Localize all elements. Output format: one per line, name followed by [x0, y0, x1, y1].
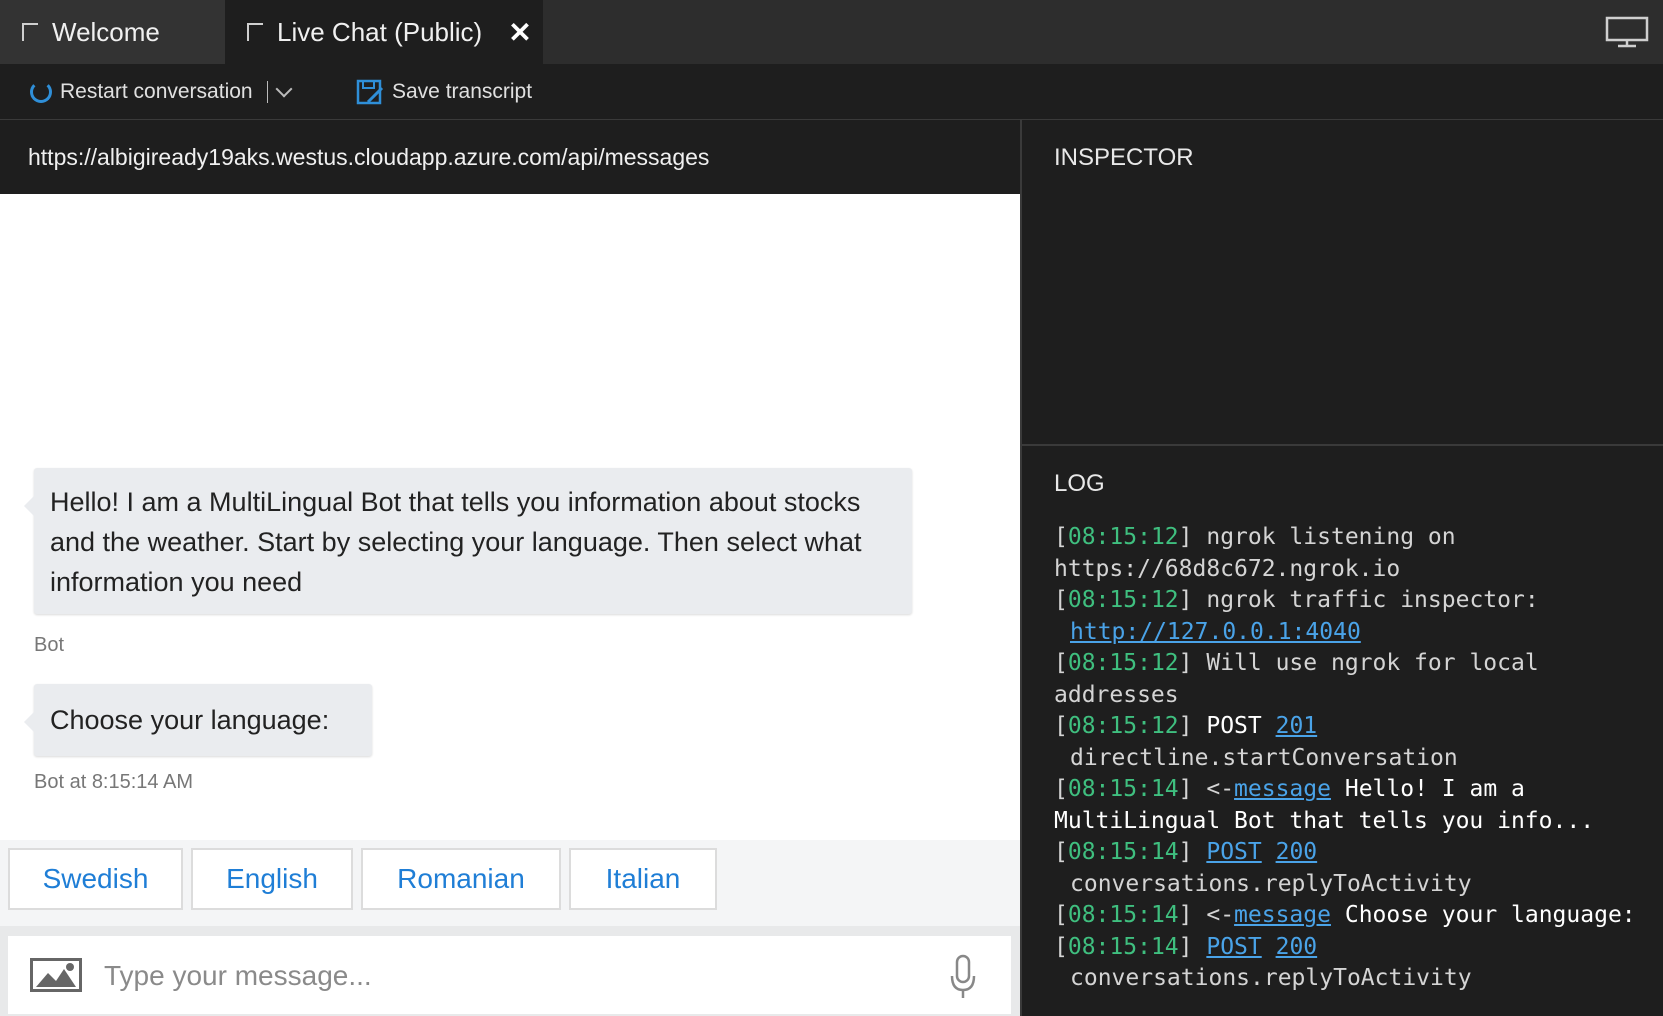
log-timestamp: 08:15:12	[1067, 713, 1179, 739]
log-timestamp: 08:15:14	[1067, 839, 1179, 865]
log-timestamp: 08:15:14	[1067, 902, 1179, 928]
log-entry-cont: addresses	[1054, 681, 1179, 708]
log-entry: [08:15:14] POST 200	[1054, 839, 1318, 865]
message-text: Hello! I am a MultiLingual Bot that tell…	[50, 487, 862, 597]
bot-message: Hello! I am a MultiLingual Bot that tell…	[24, 468, 912, 614]
image-upload-icon[interactable]	[30, 958, 82, 992]
log-entry: [08:15:14] POST 200	[1054, 933, 1318, 960]
log-message-link[interactable]: message	[1234, 902, 1331, 928]
log-entry-cont: conversations.replyToActivity	[1070, 870, 1472, 897]
log-text: Will use ngrok for local	[1206, 650, 1539, 676]
log-title: LOG	[1054, 470, 1105, 497]
message-input[interactable]	[102, 948, 926, 1004]
close-icon[interactable]: ✕	[508, 16, 531, 49]
log-text: Hello! I am a	[1344, 776, 1525, 802]
log-timestamp: 08:15:14	[1067, 776, 1179, 802]
inspector-panel: INSPECTOR	[1022, 120, 1663, 446]
endpoint-url: https://albigiready19aks.westus.cloudapp…	[0, 120, 1020, 194]
log-text: ngrok listening on	[1206, 524, 1456, 550]
document-icon	[247, 23, 263, 41]
log-text: ngrok traffic inspector:	[1206, 587, 1539, 613]
tab-label: Welcome	[52, 16, 160, 47]
save-label: Save transcript	[392, 80, 533, 103]
restart-conversation-button[interactable]: Restart conversation	[30, 64, 293, 120]
log-entry: [08:15:12] POST 201	[1054, 713, 1318, 739]
log-status-link[interactable]: 200	[1276, 934, 1318, 960]
message-text: Choose your language:	[50, 705, 330, 735]
save-transcript-button[interactable]: Save transcript	[356, 64, 532, 120]
log-entry: [08:15:12] ngrok traffic inspector:	[1054, 587, 1539, 613]
microphone-icon[interactable]	[948, 954, 978, 1000]
log-entry-cont: https://68d8c672.ngrok.io	[1054, 555, 1401, 582]
log-entry-cont: MultiLingual Bot that tells you info...	[1054, 807, 1595, 834]
save-icon	[356, 79, 384, 105]
message-input-row	[0, 926, 1020, 1016]
suggested-action-english[interactable]: English	[191, 848, 353, 910]
document-icon	[22, 23, 38, 41]
restart-label: Restart conversation	[60, 80, 253, 103]
log-timestamp: 08:15:14	[1067, 933, 1179, 960]
log-panel: LOG [08:15:12] ngrok listening on https:…	[1022, 446, 1663, 1016]
chat-panel: Hello! I am a MultiLingual Bot that tell…	[0, 194, 1020, 1016]
suggested-action-romanian[interactable]: Romanian	[361, 848, 561, 910]
bot-message: Choose your language:	[24, 684, 372, 756]
message-meta: Bot	[34, 634, 65, 656]
log-entry-cont: directline.startConversation	[1070, 744, 1458, 771]
log-arrow: <-	[1206, 902, 1235, 928]
log-entry: [08:15:12] Will use ngrok for local	[1054, 650, 1539, 676]
log-status-link[interactable]: 200	[1276, 839, 1318, 865]
log-method-link[interactable]: POST	[1206, 839, 1261, 865]
log-timestamp: 08:15:12	[1067, 587, 1179, 613]
tab-welcome[interactable]: Welcome	[0, 0, 225, 64]
log-message-link[interactable]: message	[1234, 776, 1331, 802]
suggested-action-italian[interactable]: Italian	[569, 848, 717, 910]
log-entry: [08:15:14] <-message Choose your languag…	[1054, 902, 1636, 928]
tab-bar: Welcome Live Chat (Public) ✕	[0, 0, 1663, 64]
divider	[266, 81, 268, 103]
tab-label: Live Chat (Public)	[277, 16, 483, 47]
log-text: Choose your language:	[1344, 902, 1636, 928]
log-timestamp: 08:15:12	[1067, 524, 1179, 550]
log-method-link[interactable]: POST	[1206, 934, 1261, 960]
endpoint-url-text: https://albigiready19aks.westus.cloudapp…	[28, 143, 710, 170]
chevron-down-icon[interactable]	[275, 80, 293, 98]
log-entries: [08:15:12] ngrok listening on https://68…	[1054, 522, 1663, 995]
tab-live-chat[interactable]: Live Chat (Public) ✕	[225, 0, 543, 64]
monitor-icon[interactable]	[1605, 16, 1649, 48]
suggested-action-swedish[interactable]: Swedish	[8, 848, 183, 910]
log-entry: [08:15:14] <-message Hello! I am a	[1054, 776, 1525, 802]
restart-icon	[30, 81, 52, 103]
log-method: POST	[1206, 713, 1262, 739]
log-timestamp: 08:15:12	[1067, 650, 1179, 676]
log-entry-cont: http://127.0.0.1:4040	[1054, 617, 1663, 649]
ngrok-inspector-link[interactable]: http://127.0.0.1:4040	[1070, 619, 1361, 645]
message-meta: Bot at 8:15:14 AM	[34, 771, 193, 793]
log-arrow: <-	[1206, 776, 1235, 802]
toolbar: Restart conversation Save transcript	[0, 64, 1663, 120]
log-entry: [08:15:12] ngrok listening on	[1054, 524, 1456, 550]
message-input-box	[8, 936, 1011, 1014]
log-entry-cont: conversations.replyToActivity	[1070, 965, 1472, 991]
log-status-link[interactable]: 201	[1276, 713, 1318, 739]
inspector-title: INSPECTOR	[1054, 144, 1194, 171]
